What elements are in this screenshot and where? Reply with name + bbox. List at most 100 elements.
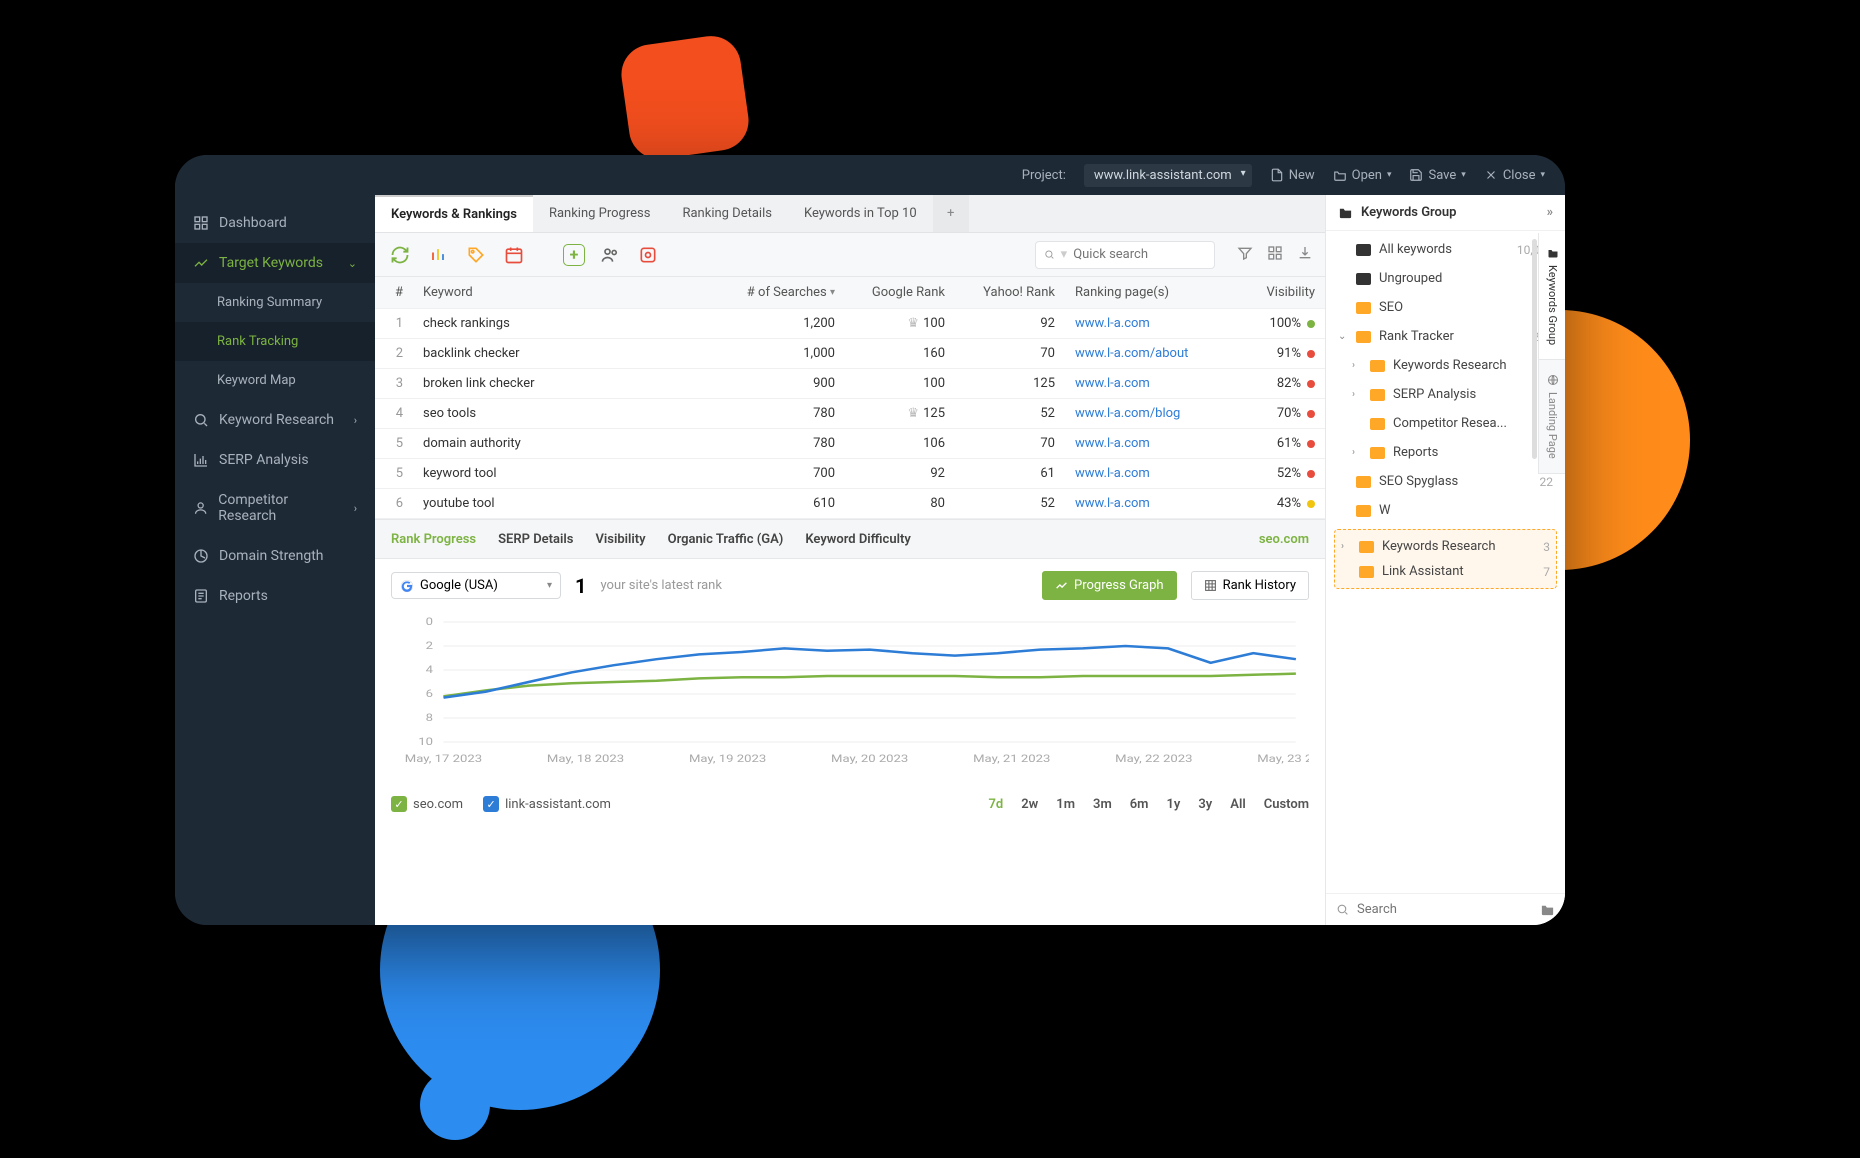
save-button[interactable]: Save▾ (1409, 168, 1465, 183)
calendar-icon[interactable] (501, 242, 527, 268)
range-1y[interactable]: 1y (1166, 797, 1180, 812)
svg-text:0: 0 (426, 616, 433, 628)
panel-search-input[interactable] (1357, 902, 1532, 917)
table-header: # Keyword # of Searches ▾ Google Rank Ya… (375, 277, 1325, 309)
search-field[interactable]: ▾ (1035, 241, 1215, 269)
vtab-keywords-group[interactable]: Keywords Group (1539, 233, 1565, 360)
range-All[interactable]: All (1230, 797, 1245, 812)
new-button[interactable]: New (1270, 168, 1315, 183)
subtab-rank-progress[interactable]: Rank Progress (391, 532, 476, 547)
group-item[interactable]: ⌄Rank Tracker215 (1326, 322, 1565, 351)
svg-text:2: 2 (426, 640, 434, 652)
group-item[interactable]: ›Reports16 (1326, 438, 1565, 467)
table-row[interactable]: 2 backlink checker 1,000 160 70 www.l-a.… (375, 339, 1325, 369)
svg-text:May, 17 2023: May, 17 2023 (405, 753, 482, 765)
range-2w[interactable]: 2w (1021, 797, 1038, 812)
users-icon[interactable] (597, 242, 623, 268)
group-item[interactable]: SEO Spyglass22 (1326, 467, 1565, 496)
range-Custom[interactable]: Custom (1264, 797, 1309, 812)
download-icon[interactable] (1297, 245, 1313, 265)
sidebar-item-ranking-summary[interactable]: Ranking Summary (175, 283, 375, 322)
brand-label: seo.com (1259, 532, 1309, 547)
folder-icon (1370, 418, 1385, 430)
rank-progress-chart: 0246810May, 17 2023May, 18 2023May, 19 2… (375, 612, 1325, 786)
chevron-down-icon: ⌄ (348, 257, 357, 270)
sidebar-item-rank-tracking[interactable]: Rank Tracking (175, 322, 375, 361)
legend-seo[interactable]: ✓seo.com (391, 796, 463, 812)
group-item[interactable]: W (1326, 496, 1565, 525)
group-item[interactable]: ›SERP Analysis3 (1326, 380, 1565, 409)
sidebar: Dashboard Target Keywords⌄ Ranking Summa… (175, 195, 375, 925)
drag-target[interactable]: ›Keywords Research3Link Assistant7 (1334, 529, 1557, 589)
search-engine-select[interactable]: Google (USA) (391, 572, 561, 599)
table-row[interactable]: 1 check rankings 1,200 ♛100 92 www.l-a.c… (375, 309, 1325, 339)
range-3y[interactable]: 3y (1198, 797, 1212, 812)
open-button[interactable]: Open▾ (1333, 168, 1392, 183)
add-keyword-button[interactable]: + (563, 244, 585, 266)
table-row[interactable]: 4 seo tools 780 ♛125 52 www.l-a.com/blog… (375, 399, 1325, 429)
vtab-landing-page[interactable]: Landing Page (1539, 360, 1565, 474)
analytics-icon[interactable] (425, 242, 451, 268)
search-input[interactable] (1073, 247, 1206, 262)
close-button[interactable]: Close▾ (1484, 168, 1545, 183)
project-select[interactable]: www.link-assistant.com (1084, 164, 1252, 187)
group-item[interactable]: All keywords10,000 (1326, 235, 1565, 264)
svg-text:6: 6 (426, 688, 433, 700)
progress-graph-button[interactable]: Progress Graph (1042, 571, 1177, 600)
svg-text:May, 19 2023: May, 19 2023 (689, 753, 766, 765)
rank-label: your site's latest rank (600, 578, 721, 593)
sidebar-item-target-keywords[interactable]: Target Keywords⌄ (175, 243, 375, 283)
subtab-serp-details[interactable]: SERP Details (498, 532, 573, 547)
svg-text:May, 21 2023: May, 21 2023 (973, 753, 1050, 765)
table-row[interactable]: 3 broken link checker 900 100 125 www.l-… (375, 369, 1325, 399)
svg-text:10: 10 (418, 736, 433, 748)
refresh-icon[interactable] (387, 242, 413, 268)
folder-icon (1370, 447, 1385, 459)
tag-icon[interactable] (463, 242, 489, 268)
chart-legend: ✓seo.com ✓link-assistant.com 7d 2w 1m 3m 6m 1… (375, 786, 1325, 822)
group-item[interactable]: SEO16 (1326, 293, 1565, 322)
crown-icon: ♛ (907, 316, 919, 331)
legend-link-assistant[interactable]: ✓link-assistant.com (483, 796, 611, 812)
sidebar-item-keyword-research[interactable]: Keyword Research› (175, 400, 375, 440)
filter-icon[interactable] (1237, 245, 1253, 265)
group-item[interactable]: ›Keywords Research3 (1326, 351, 1565, 380)
table-row[interactable]: 5 keyword tool 700 92 61 www.l-a.com 52% (375, 459, 1325, 489)
toolbar: + ▾ (375, 233, 1325, 277)
tab-ranking-details[interactable]: Ranking Details (666, 195, 788, 232)
sidebar-item-dashboard[interactable]: Dashboard (175, 203, 375, 243)
project-label: Project: (1022, 168, 1066, 183)
sidebar-item-domain-strength[interactable]: Domain Strength (175, 536, 375, 576)
target-icon[interactable] (635, 242, 661, 268)
sidebar-item-keyword-map[interactable]: Keyword Map (175, 361, 375, 400)
subtab-visibility[interactable]: Visibility (595, 532, 645, 547)
panel-search[interactable] (1326, 893, 1565, 925)
scrollbar[interactable] (1532, 239, 1537, 459)
table-row[interactable]: 6 youtube tool 610 80 52 www.l-a.com 43% (375, 489, 1325, 519)
range-7d[interactable]: 7d (989, 797, 1004, 812)
folder-icon (1370, 360, 1385, 372)
tab-keywords-rankings[interactable]: Keywords & Rankings (375, 195, 533, 232)
tab-add[interactable]: + (933, 195, 969, 232)
range-1m[interactable]: 1m (1056, 797, 1075, 812)
sidebar-item-reports[interactable]: Reports (175, 576, 375, 616)
svg-text:4: 4 (426, 664, 434, 676)
tab-keywords-top10[interactable]: Keywords in Top 10 (788, 195, 933, 232)
subtab-keyword-difficulty[interactable]: Keyword Difficulty (805, 532, 910, 547)
subtab-organic-traffic[interactable]: Organic Traffic (GA) (668, 532, 784, 547)
folder-icon (1356, 505, 1371, 517)
grid-icon[interactable] (1267, 245, 1283, 265)
svg-text:May, 18 2023: May, 18 2023 (547, 753, 624, 765)
sidebar-item-serp-analysis[interactable]: SERP Analysis (175, 440, 375, 480)
rank-history-button[interactable]: Rank History (1191, 571, 1309, 600)
group-item[interactable]: Ungrouped16 (1326, 264, 1565, 293)
collapse-icon[interactable]: » (1547, 205, 1553, 220)
svg-text:May, 23 2023: May, 23 2023 (1257, 753, 1309, 765)
titlebar: Project: www.link-assistant.com New Open… (175, 155, 1565, 195)
tab-ranking-progress[interactable]: Ranking Progress (533, 195, 667, 232)
sidebar-item-competitor-research[interactable]: Competitor Research› (175, 480, 375, 536)
group-item[interactable]: Competitor Resea...7 (1326, 409, 1565, 438)
range-3m[interactable]: 3m (1093, 797, 1112, 812)
table-row[interactable]: 5 domain authority 780 106 70 www.l-a.co… (375, 429, 1325, 459)
range-6m[interactable]: 6m (1130, 797, 1149, 812)
